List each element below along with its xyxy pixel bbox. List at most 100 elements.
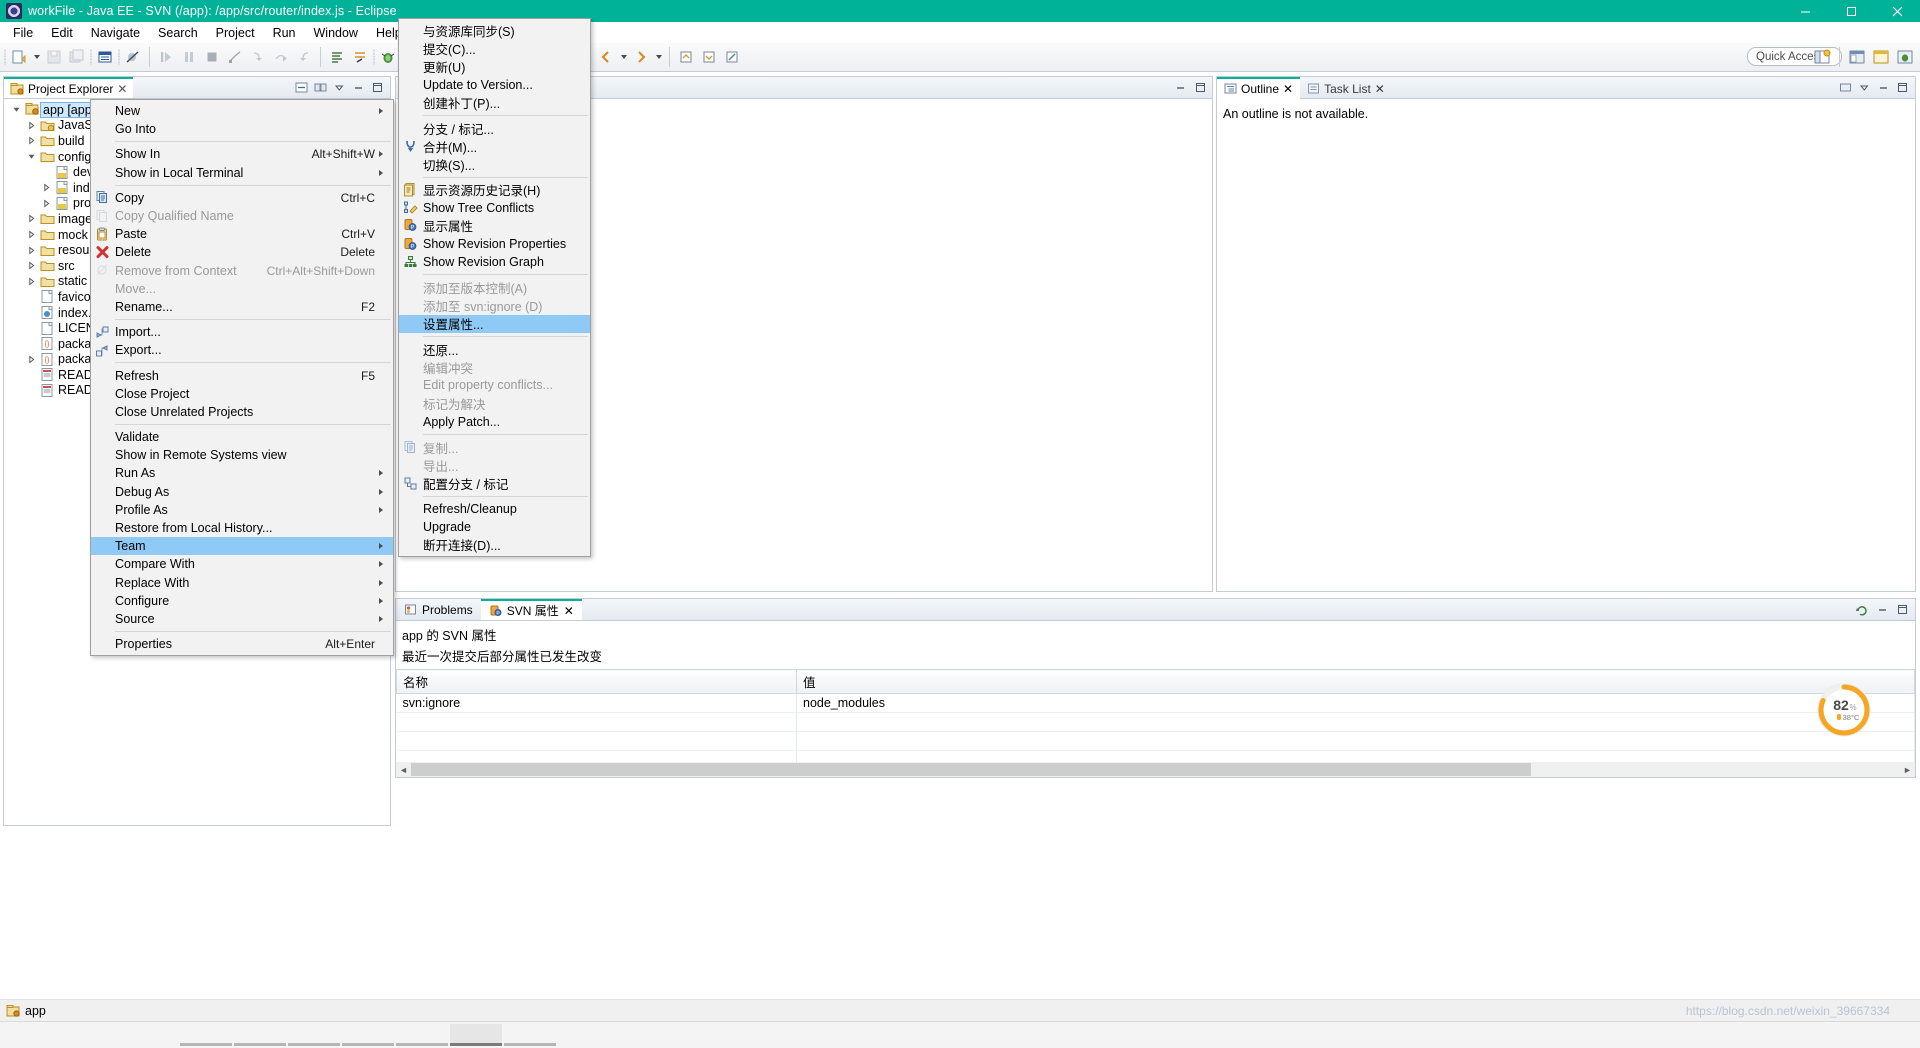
maximize-view-icon[interactable] xyxy=(369,80,385,96)
open-type-icon[interactable] xyxy=(326,46,348,68)
menu-item[interactable]: Show Tree Conflicts xyxy=(399,199,590,217)
bottom-maximize-icon[interactable] xyxy=(1894,602,1910,618)
menu-item[interactable]: 配置分支 / 标记 xyxy=(399,474,590,492)
menu-item[interactable]: 创建补丁(P)... xyxy=(399,94,590,112)
outline-maximize-icon[interactable] xyxy=(1894,80,1910,96)
terminate-icon[interactable] xyxy=(201,46,223,68)
chevron-right-icon[interactable] xyxy=(23,261,39,270)
bottom-horizontal-scrollbar[interactable]: ◄ ► xyxy=(396,762,1915,777)
menu-item[interactable]: New xyxy=(91,102,393,120)
step-into-icon[interactable] xyxy=(247,46,269,68)
outline-menu-icon[interactable] xyxy=(1856,80,1872,96)
menu-item[interactable]: Import... xyxy=(91,323,393,341)
forward-icon[interactable] xyxy=(630,46,652,68)
save-icon[interactable] xyxy=(43,46,65,68)
menu-window[interactable]: Window xyxy=(305,24,367,42)
menu-item[interactable]: 合并(M)... xyxy=(399,137,590,155)
menu-item[interactable]: Show in Local Terminal xyxy=(91,164,393,182)
chevron-right-icon[interactable] xyxy=(23,230,39,239)
column-header-name[interactable]: 名称 xyxy=(396,669,797,694)
menu-item[interactable]: Compare With xyxy=(91,555,393,573)
menu-navigate[interactable]: Navigate xyxy=(82,24,149,42)
next-annotation-icon[interactable] xyxy=(698,46,720,68)
menu-edit[interactable]: Edit xyxy=(42,24,82,42)
menu-item[interactable]: Export... xyxy=(91,341,393,359)
menu-item[interactable]: 显示资源历史记录(H) xyxy=(399,181,590,199)
menu-item[interactable]: Run As xyxy=(91,464,393,482)
menu-run[interactable]: Run xyxy=(264,24,305,42)
task-list-tab-close-icon[interactable]: ✕ xyxy=(1375,82,1385,96)
svn-refresh-icon[interactable] xyxy=(1854,602,1870,618)
menu-item[interactable]: Upgrade xyxy=(399,518,590,536)
new-icon[interactable] xyxy=(8,46,30,68)
taskbar-item-3[interactable] xyxy=(288,1024,340,1046)
chevron-right-icon[interactable] xyxy=(23,121,39,130)
debug-icon[interactable] xyxy=(377,46,399,68)
collapse-all-icon[interactable] xyxy=(293,80,309,96)
menu-item[interactable]: Update to Version... xyxy=(399,76,590,94)
menu-item[interactable]: P 显示属性 xyxy=(399,217,590,235)
disconnect-icon[interactable] xyxy=(224,46,246,68)
tab-task-list[interactable]: Task List ✕ xyxy=(1300,77,1392,99)
menu-item[interactable]: Refresh/Cleanup xyxy=(399,500,590,518)
taskbar-item-1[interactable] xyxy=(180,1024,232,1046)
perspective-debug-icon[interactable] xyxy=(1894,46,1916,68)
suspend-icon[interactable] xyxy=(178,46,200,68)
menu-item[interactable]: 切换(S)... xyxy=(399,155,590,173)
search-type-icon[interactable] xyxy=(349,46,371,68)
outline-minimize-icon[interactable] xyxy=(1875,80,1891,96)
chevron-right-icon[interactable] xyxy=(38,183,54,192)
view-menu-icon[interactable] xyxy=(331,80,347,96)
bottom-minimize-icon[interactable] xyxy=(1874,602,1890,618)
resume-icon[interactable] xyxy=(155,46,177,68)
menu-item[interactable]: Delete Delete xyxy=(91,243,393,261)
menu-item[interactable]: 还原... xyxy=(399,340,590,358)
menu-item[interactable]: Rename... F2 xyxy=(91,298,393,316)
forward-dropdown-icon[interactable] xyxy=(653,46,664,68)
minimize-view-icon[interactable] xyxy=(350,80,366,96)
taskbar-item-6[interactable] xyxy=(450,1024,502,1046)
tab-project-explorer[interactable]: Project Explorer ✕ xyxy=(4,76,134,99)
open-perspective-icon[interactable] xyxy=(1811,46,1833,68)
previous-annotation-icon[interactable] xyxy=(675,46,697,68)
menu-project[interactable]: Project xyxy=(207,24,264,42)
console-icon[interactable] xyxy=(94,46,116,68)
perspective-java-ee-icon[interactable] xyxy=(1846,46,1868,68)
scroll-thumb[interactable] xyxy=(411,763,1531,776)
chevron-down-icon[interactable] xyxy=(23,152,39,161)
toolbar-gripper-4[interactable] xyxy=(372,47,376,67)
link-with-editor-icon[interactable] xyxy=(312,80,328,96)
menu-item[interactable]: Close Project xyxy=(91,385,393,403)
last-edit-location-icon[interactable] xyxy=(721,46,743,68)
new-dropdown-icon[interactable] xyxy=(31,46,42,68)
menu-item[interactable]: Show in Remote Systems view xyxy=(91,446,393,464)
menu-item[interactable]: Close Unrelated Projects xyxy=(91,403,393,421)
chevron-right-icon[interactable] xyxy=(23,355,39,364)
minimize-button[interactable] xyxy=(1782,0,1828,22)
chevron-right-icon[interactable] xyxy=(23,136,39,146)
toolbar-gripper[interactable] xyxy=(3,47,7,67)
step-return-icon[interactable] xyxy=(293,46,315,68)
toolbar-gripper-3[interactable] xyxy=(117,47,121,67)
menu-file[interactable]: File xyxy=(4,24,42,42)
scroll-right-icon[interactable]: ► xyxy=(1900,762,1915,777)
save-all-icon[interactable] xyxy=(66,46,88,68)
step-over-icon[interactable] xyxy=(270,46,292,68)
menu-item[interactable]: Paste Ctrl+V xyxy=(91,225,393,243)
perspective-web-icon[interactable] xyxy=(1870,46,1892,68)
menu-item[interactable]: 断开连接(D)... xyxy=(399,536,590,554)
outline-tab-close-icon[interactable]: ✕ xyxy=(1283,82,1293,96)
team-submenu[interactable]: 与资源库同步(S) 提交(C)... 更新(U) Update to Version.… xyxy=(398,18,591,558)
chevron-right-icon[interactable] xyxy=(23,246,39,255)
scroll-track[interactable] xyxy=(411,762,1900,777)
menu-item[interactable]: Show Revision Graph xyxy=(399,253,590,271)
tab-outline[interactable]: Outline ✕ xyxy=(1217,76,1301,99)
outline-view-menu-icon[interactable] xyxy=(1837,80,1853,96)
menu-item[interactable]: Show In Alt+Shift+W xyxy=(91,145,393,163)
maximize-button[interactable] xyxy=(1828,0,1874,22)
editor-maximize-icon[interactable] xyxy=(1192,80,1208,96)
project-context-menu[interactable]: New Go Into Show In Alt+Shift+W Show in Loca… xyxy=(90,99,394,657)
taskbar-item-4[interactable] xyxy=(342,1024,394,1046)
menu-item[interactable]: Properties Alt+Enter xyxy=(91,635,393,653)
menu-item[interactable]: Go Into xyxy=(91,120,393,138)
